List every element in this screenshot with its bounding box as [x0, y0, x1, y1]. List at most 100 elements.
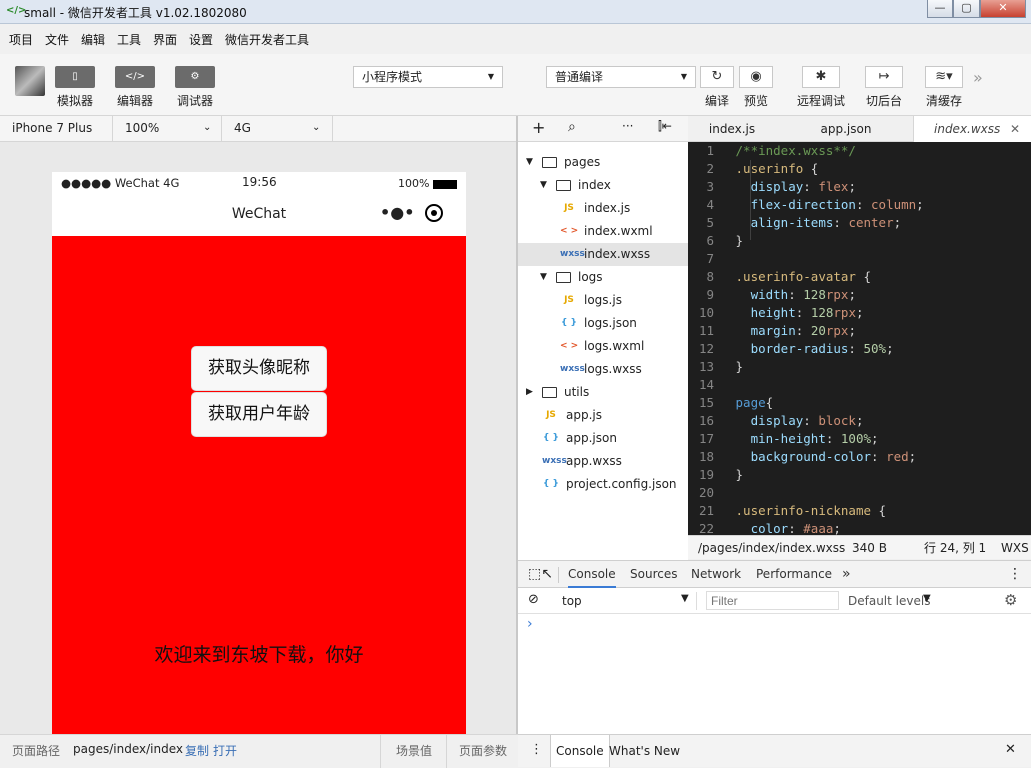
code-line[interactable]: 15 page{ [688, 394, 1031, 412]
tree-file[interactable]: wxss logs.wxss [518, 358, 688, 381]
tree-folder[interactable]: ▼ pages [518, 151, 688, 174]
console-output[interactable]: › [518, 614, 1031, 734]
caret-down-icon[interactable]: ▼ [540, 266, 547, 289]
menu-settings[interactable]: 设置 [189, 31, 213, 48]
search-icon[interactable]: ⌕ [568, 119, 576, 135]
code-line[interactable]: 4 flex-direction: column; [688, 196, 1031, 214]
close-icon[interactable]: ✕ [1005, 742, 1016, 757]
more-dots-icon[interactable]: ··· [622, 119, 633, 133]
tree-file[interactable]: < > logs.wxml [518, 335, 688, 358]
code-line[interactable]: 17 min-height: 100%; [688, 430, 1031, 448]
tab-console[interactable]: Console [568, 561, 616, 588]
tree-folder[interactable]: ▼ logs [518, 266, 688, 289]
zoom-select[interactable]: 100% ⌄ [113, 116, 222, 142]
code-line[interactable]: 18 background-color: red; [688, 448, 1031, 466]
tab-sources[interactable]: Sources [630, 561, 677, 588]
mode-select[interactable]: 小程序模式 ▼ [353, 66, 503, 88]
code-line[interactable]: 8 .userinfo-avatar { [688, 268, 1031, 286]
drawer-tab-console[interactable]: Console [550, 735, 610, 767]
debug-icon[interactable]: ⚙ [175, 66, 215, 88]
code-editor[interactable]: 1 /**index.wxss**/2 .userinfo {3 display… [688, 142, 1031, 535]
tab-index-wxss[interactable]: index.wxss ✕ [913, 116, 1031, 142]
code-line[interactable]: 16 display: block; [688, 412, 1031, 430]
context-select[interactable]: top [562, 594, 582, 608]
copy-link[interactable]: 复制 [185, 742, 209, 759]
tree-folder[interactable]: ▶ utils [518, 381, 688, 404]
more-tabs-icon[interactable]: » [842, 561, 851, 588]
switch-background-icon[interactable]: ↦ [865, 66, 903, 88]
preview-label[interactable]: 预览 [739, 92, 773, 109]
menu-tools[interactable]: 工具 [117, 31, 141, 48]
refresh-icon[interactable]: ↻ [700, 66, 734, 88]
code-line[interactable]: 19 } [688, 466, 1031, 484]
close-icon[interactable]: ✕ [1010, 116, 1020, 142]
device-select[interactable]: iPhone 7 Plus [0, 116, 113, 142]
caret-right-icon[interactable]: ▶ [526, 381, 533, 404]
code-line[interactable]: 9 width: 128rpx; [688, 286, 1031, 304]
code-line[interactable]: 10 height: 128rpx; [688, 304, 1031, 322]
chevron-down-icon[interactable]: ▼ [681, 593, 689, 604]
network-select[interactable]: 4G ⌄ [222, 116, 333, 142]
close-window-button[interactable]: ✕ [980, 0, 1026, 18]
editor-label[interactable]: 编辑器 [110, 92, 160, 109]
menu-view[interactable]: 界面 [153, 31, 177, 48]
code-line[interactable]: 5 align-items: center; [688, 214, 1031, 232]
menu-wechat-devtools[interactable]: 微信开发者工具 [225, 31, 309, 48]
inspect-icon[interactable]: ⬚↖ [528, 566, 553, 582]
capsule-close-icon[interactable] [425, 204, 443, 222]
avatar[interactable] [15, 66, 45, 96]
more-icon[interactable]: » [973, 68, 983, 87]
maximize-button[interactable]: ▢ [953, 0, 980, 18]
bug-icon[interactable]: ✱ [802, 66, 840, 88]
code-line[interactable]: 3 display: flex; [688, 178, 1031, 196]
scene-button[interactable]: 场景值 [396, 742, 432, 759]
code-line[interactable]: 22 color: #aaa; [688, 520, 1031, 535]
background-label[interactable]: 切后台 [859, 92, 909, 109]
console-prompt[interactable]: › [527, 616, 533, 632]
tree-file[interactable]: JS index.js [518, 197, 688, 220]
open-link[interactable]: 打开 [213, 742, 237, 759]
compile-select[interactable]: 普通编译 ▼ [546, 66, 696, 88]
tab-app-json[interactable]: app.json [804, 116, 888, 142]
add-icon[interactable]: + [532, 118, 545, 137]
menu-file[interactable]: 文件 [45, 31, 69, 48]
tree-file[interactable]: JS app.js [518, 404, 688, 427]
tree-file[interactable]: wxss index.wxss [518, 243, 688, 266]
compile-label[interactable]: 编译 [700, 92, 734, 109]
eye-icon[interactable]: ◉ [739, 66, 773, 88]
filter-input[interactable] [706, 591, 839, 610]
tab-index-js[interactable]: index.js [688, 116, 776, 142]
menu-project[interactable]: 项目 [9, 31, 33, 48]
tree-file[interactable]: { } app.json [518, 427, 688, 450]
menu-edit[interactable]: 编辑 [81, 31, 105, 48]
tree-file[interactable]: { } logs.json [518, 312, 688, 335]
clear-console-icon[interactable]: ⊘ [528, 592, 539, 607]
drawer-tab-whats-new[interactable]: What's New [609, 744, 680, 758]
clear-cache-label[interactable]: 清缓存 [919, 92, 969, 109]
more-dots-icon[interactable]: •●• [380, 203, 414, 222]
get-age-button[interactable]: 获取用户年龄 [191, 392, 327, 437]
code-line[interactable]: 2 .userinfo { [688, 160, 1031, 178]
levels-select[interactable]: Default levels [848, 594, 930, 608]
tree-file[interactable]: { } project.config.json [518, 473, 688, 496]
code-line[interactable]: 20 [688, 484, 1031, 502]
params-button[interactable]: 页面参数 [459, 742, 507, 759]
tree-file[interactable]: < > index.wxml [518, 220, 688, 243]
caret-down-icon[interactable]: ▼ [540, 174, 547, 197]
gear-icon[interactable]: ⚙ [1004, 591, 1017, 609]
language-mode[interactable]: WXS [1001, 536, 1029, 560]
code-line[interactable]: 7 [688, 250, 1031, 268]
caret-down-icon[interactable]: ▼ [526, 151, 533, 174]
chevron-down-icon[interactable]: ▼ [923, 593, 931, 604]
code-icon[interactable]: </> [115, 66, 155, 88]
cursor-position[interactable]: 行 24, 列 1 [924, 536, 986, 560]
tab-network[interactable]: Network [691, 561, 741, 588]
layers-icon[interactable]: ≋▾ [925, 66, 963, 88]
simulator-label[interactable]: 模拟器 [50, 92, 100, 109]
code-line[interactable]: 12 border-radius: 50%; [688, 340, 1031, 358]
code-line[interactable]: 21 .userinfo-nickname { [688, 502, 1031, 520]
code-line[interactable]: 11 margin: 20rpx; [688, 322, 1031, 340]
code-line[interactable]: 13 } [688, 358, 1031, 376]
phone-icon[interactable]: ▯ [55, 66, 95, 88]
kebab-menu-icon[interactable]: ⋮ [530, 742, 543, 757]
